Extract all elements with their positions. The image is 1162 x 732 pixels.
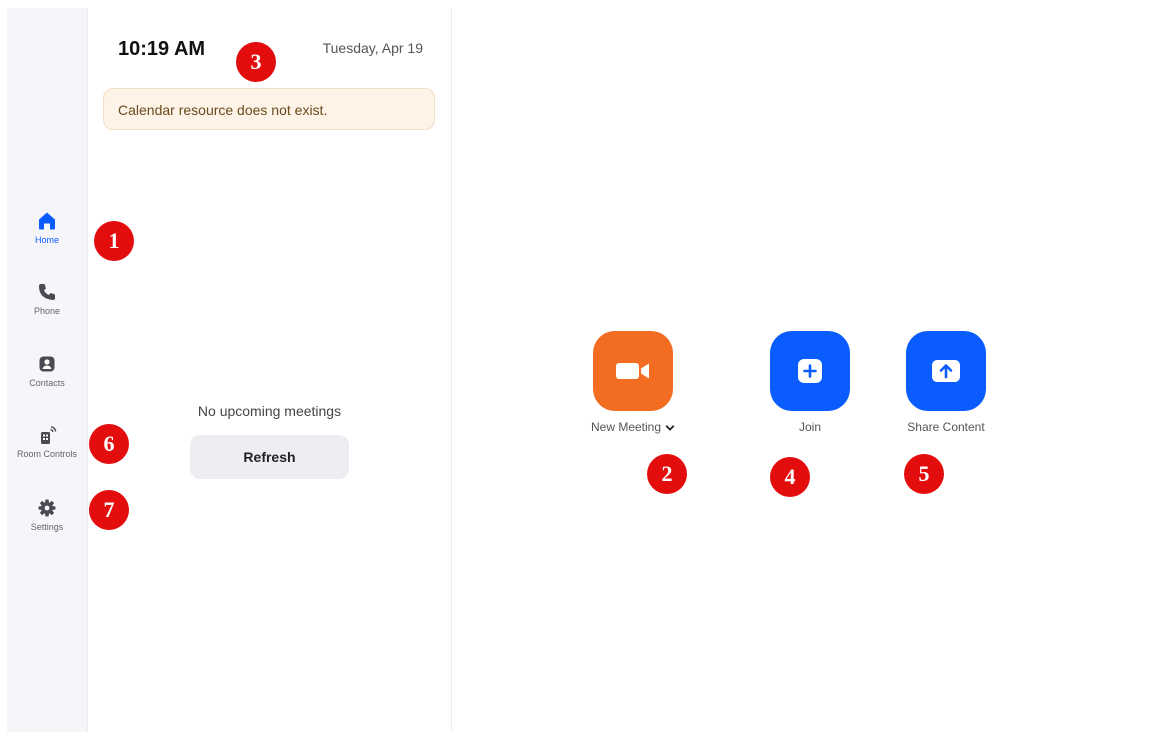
join-tile[interactable] bbox=[770, 331, 850, 411]
upload-arrow-icon bbox=[932, 360, 960, 382]
sidebar-item-label: Settings bbox=[30, 522, 64, 532]
annotation-marker-4: 4 bbox=[770, 457, 810, 497]
annotation-marker-6: 6 bbox=[89, 424, 129, 464]
annotation-marker-5: 5 bbox=[904, 454, 944, 494]
phone-icon bbox=[39, 284, 55, 300]
annotation-marker-1: 1 bbox=[94, 221, 134, 261]
annotation-marker-7: 7 bbox=[89, 490, 129, 530]
contacts-icon bbox=[39, 356, 55, 372]
sidebar-item-label: Home bbox=[34, 235, 59, 245]
new-meeting-label: New Meeting bbox=[590, 420, 662, 434]
refresh-button[interactable]: Refresh bbox=[190, 435, 349, 479]
sidebar-item-label: Contacts bbox=[29, 378, 65, 388]
sidebar-item-label: Phone bbox=[33, 306, 61, 316]
share-content-button[interactable]: Share Content bbox=[891, 331, 1001, 434]
share-content-label: Share Content bbox=[907, 420, 985, 434]
gear-icon bbox=[38, 499, 56, 517]
room-controls-icon bbox=[41, 426, 57, 444]
home-icon bbox=[39, 212, 55, 230]
new-meeting-label-row[interactable]: New Meeting bbox=[578, 420, 688, 434]
meetings-panel: 10:19 AM Tuesday, Apr 19 Calendar resour… bbox=[88, 8, 452, 732]
sidebar-item-room-controls[interactable]: Room Controls bbox=[7, 425, 87, 459]
plus-icon bbox=[798, 359, 822, 383]
join-label: Join bbox=[798, 420, 821, 434]
video-camera-icon bbox=[616, 363, 649, 379]
no-meetings-text: No upcoming meetings bbox=[197, 403, 342, 419]
join-button[interactable]: Join bbox=[755, 331, 865, 434]
clock-time: 10:19 AM bbox=[118, 38, 206, 60]
main-actions-area: New Meeting Join Share Content bbox=[452, 8, 1162, 732]
annotation-marker-2: 2 bbox=[647, 454, 687, 494]
sidebar: Home Phone Contacts Room Controls Settin… bbox=[7, 8, 88, 732]
sidebar-item-home[interactable]: Home bbox=[7, 211, 87, 245]
current-date: Tuesday, Apr 19 bbox=[322, 40, 423, 56]
chevron-down-icon[interactable] bbox=[665, 424, 675, 432]
calendar-warning-banner: Calendar resource does not exist. bbox=[103, 88, 435, 130]
new-meeting-tile[interactable] bbox=[593, 331, 673, 411]
sidebar-item-phone[interactable]: Phone bbox=[7, 282, 87, 316]
new-meeting-button[interactable]: New Meeting bbox=[578, 331, 688, 434]
sidebar-item-settings[interactable]: Settings bbox=[7, 498, 87, 532]
sidebar-item-label: Room Controls bbox=[16, 449, 78, 459]
annotation-marker-3: 3 bbox=[236, 42, 276, 82]
sidebar-item-contacts[interactable]: Contacts bbox=[7, 354, 87, 388]
share-content-tile[interactable] bbox=[906, 331, 986, 411]
